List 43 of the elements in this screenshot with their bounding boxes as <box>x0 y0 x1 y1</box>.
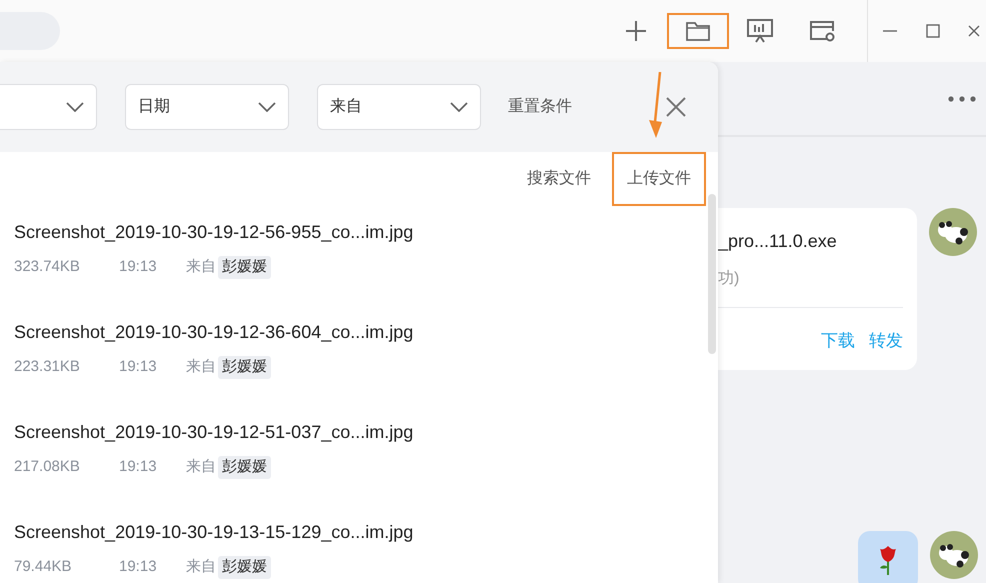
filter-dropdown[interactable]: 来自 <box>317 84 481 130</box>
scrollbar-thumb[interactable] <box>708 194 716 354</box>
close-icon[interactable] <box>968 25 980 37</box>
from-label: 来自 <box>186 557 216 577</box>
file-time: 19:13 <box>119 557 158 577</box>
panda-avatar-icon[interactable] <box>930 531 978 579</box>
file-name[interactable]: Screenshot_2019-10-30-19-12-56-955_co...im.jpg <box>14 220 414 244</box>
sender-tag: 彭媛媛 <box>218 356 271 378</box>
plus-icon[interactable] <box>625 20 647 42</box>
sender-tag: 彭媛媛 <box>218 456 271 478</box>
file-name[interactable]: _pro...11.0.exe <box>718 228 837 255</box>
from-label: 来自 <box>186 257 216 277</box>
close-icon[interactable] <box>665 96 687 118</box>
file-status: 功) <box>718 268 740 289</box>
file-size: 217.08KB <box>14 457 81 477</box>
file-name[interactable]: Screenshot_2019-10-30-19-12-36-604_co...im.jpg <box>14 320 414 344</box>
sender-tag: 彭媛媛 <box>218 556 271 578</box>
rose-icon <box>878 545 898 575</box>
file-size: 323.74KB <box>14 257 81 277</box>
file-time: 19:13 <box>119 457 158 477</box>
file-time: 19:13 <box>119 257 158 277</box>
from-label: 来自 <box>186 457 216 477</box>
file-size: 223.31KB <box>14 357 81 377</box>
file-name[interactable]: Screenshot_2019-10-30-19-13-15-129_co...im.jpg <box>14 520 414 544</box>
sender-tag: 彭媛媛 <box>218 256 271 278</box>
folder-icon[interactable] <box>685 20 711 42</box>
file-action-link[interactable]: 上传文件 <box>612 152 706 206</box>
file-name[interactable]: Screenshot_2019-10-30-19-12-51-037_co...im.jpg <box>14 420 414 444</box>
file-size: 79.44KB <box>14 557 73 577</box>
chevron-down-icon <box>66 102 84 112</box>
window-gear-icon[interactable] <box>808 19 836 43</box>
more-icon[interactable] <box>948 96 976 102</box>
panda-avatar-icon[interactable] <box>929 208 977 256</box>
from-label: 来自 <box>186 357 216 377</box>
chevron-down-icon <box>450 102 468 112</box>
reset-conditions-link[interactable]: 重置条件 <box>508 95 572 119</box>
file-time: 19:13 <box>119 357 158 377</box>
file-action-link[interactable]: 搜索文件 <box>514 167 604 191</box>
maximize-icon[interactable] <box>925 23 941 39</box>
presentation-board-icon[interactable] <box>746 18 774 44</box>
filter-dropdown[interactable]: 日期 <box>125 84 289 130</box>
arrow-annotation <box>648 72 664 138</box>
chevron-down-icon <box>258 102 276 112</box>
